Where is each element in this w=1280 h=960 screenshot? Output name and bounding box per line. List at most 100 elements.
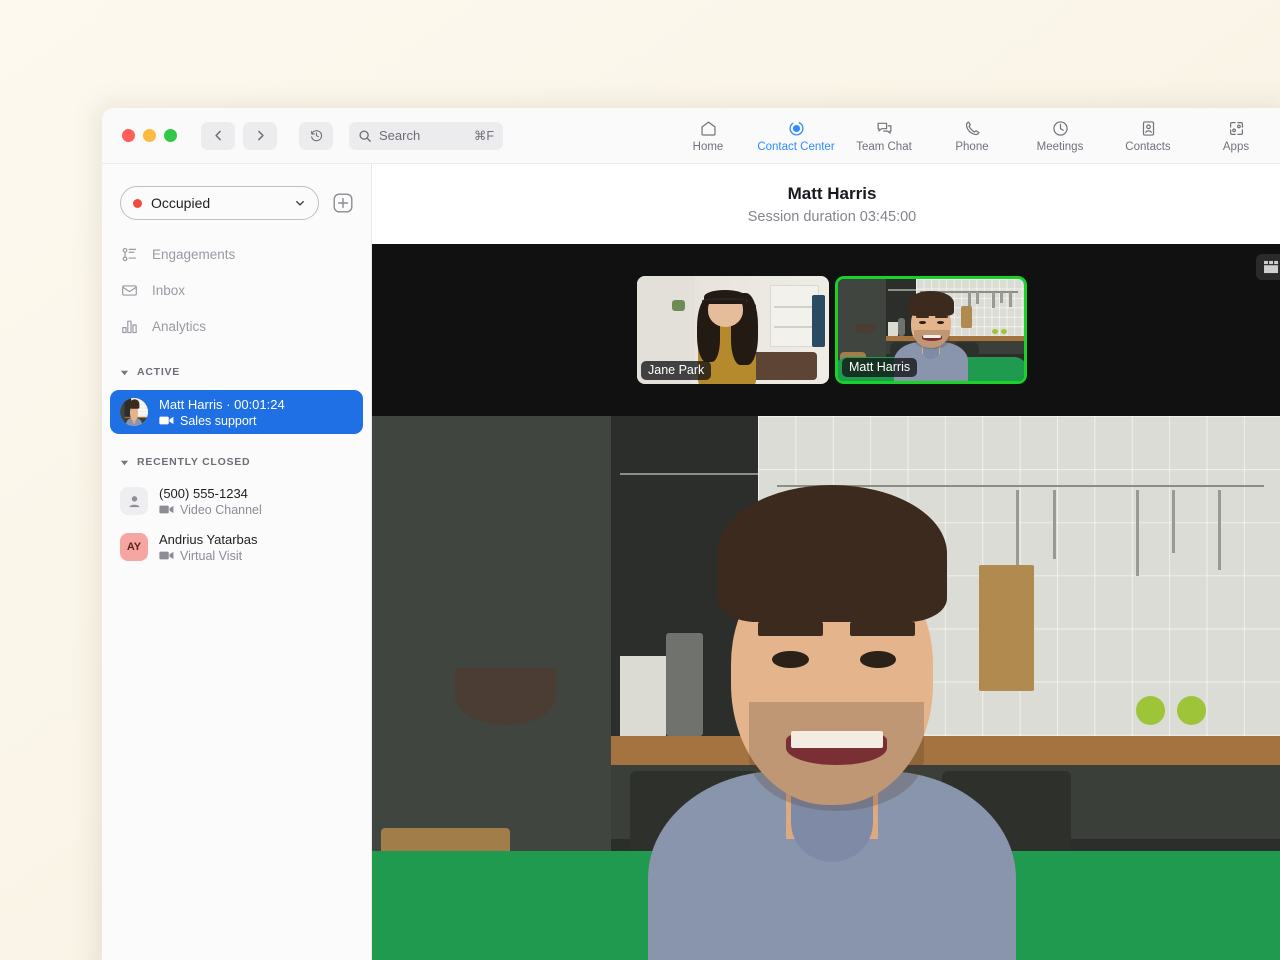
nav-label-phone: Phone (955, 141, 988, 154)
analytics-bars-icon (120, 317, 138, 335)
closed-item-subtitle: Video Channel (159, 503, 262, 517)
title-bar: Search ⌘F Home Contact Center (102, 108, 1280, 164)
list-item-body: Andrius Yatarbas Virtual Visit (159, 532, 258, 563)
back-button[interactable] (201, 122, 235, 150)
active-speaker-video[interactable]: Sophia Mosley (372, 416, 1280, 960)
app-window: Search ⌘F Home Contact Center (102, 108, 1280, 960)
search-input[interactable]: Search ⌘F (349, 122, 503, 150)
nav-item-contact-center[interactable]: Contact Center (752, 108, 840, 164)
nav-item-contacts[interactable]: Contacts (1104, 108, 1192, 164)
phone-icon (963, 119, 982, 138)
agent-status-select[interactable]: Occupied (120, 186, 319, 220)
participant-thumbnail-jane-park[interactable]: Jane Park (637, 276, 829, 384)
top-navigation: Home Contact Center Team Chat (664, 108, 1280, 164)
participant-name-label: Matt Harris (842, 358, 917, 377)
engagement-subtitle: Sales support (159, 414, 285, 428)
participant-filmstrip: Jane Park (372, 244, 1280, 416)
speaker-video-frame (372, 416, 1280, 960)
list-item-closed-andrius[interactable]: AY Andrius Yatarbas Virtual Visit (110, 526, 363, 568)
closed-item-name: Andrius Yatarbas (159, 532, 258, 547)
forward-button[interactable] (243, 122, 277, 150)
avatar-photo (120, 398, 148, 426)
nav-label-meetings: Meetings (1037, 141, 1084, 154)
nav-label-apps: Apps (1223, 141, 1249, 154)
sidebar-item-analytics[interactable]: Analytics (102, 308, 371, 344)
avatar (120, 487, 148, 515)
grid-view-icon (1263, 260, 1280, 274)
session-header: Matt Harris Session duration 03:45:00 (372, 164, 1280, 244)
session-duration: Session duration 03:45:00 (748, 209, 917, 225)
nav-buttons (201, 122, 333, 150)
search-shortcut: ⌘F (474, 128, 494, 143)
video-stage: Jane Park (372, 244, 1280, 960)
zoom-window-button[interactable] (164, 129, 177, 142)
main-content: Matt Harris Session duration 03:45:00 (372, 164, 1280, 960)
meetings-clock-icon (1051, 119, 1070, 138)
closed-item-queue: Virtual Visit (180, 549, 242, 563)
sidebar-label-analytics: Analytics (152, 319, 206, 334)
list-item-closed-phone[interactable]: (500) 555-1234 Video Channel (110, 480, 363, 522)
contacts-icon (1139, 119, 1158, 138)
engagement-body: Matt Harris · 00:01:24 Sales support (159, 397, 285, 428)
closed-item-name: (500) 555-1234 (159, 486, 262, 501)
sidebar-item-engagements[interactable]: Engagements (102, 236, 371, 272)
engagements-icon (120, 245, 138, 263)
nav-item-home[interactable]: Home (664, 108, 752, 164)
page-title: Matt Harris (788, 184, 877, 204)
video-camera-icon (159, 550, 174, 561)
contact-center-icon (787, 119, 806, 138)
status-row: Occupied (102, 164, 371, 220)
engagement-queue: Sales support (180, 414, 256, 428)
video-camera-icon (159, 415, 174, 426)
home-icon (699, 119, 718, 138)
closed-item-subtitle: Virtual Visit (159, 549, 258, 563)
participant-thumbnail-matt-harris[interactable]: Matt Harris (835, 276, 1027, 384)
status-dot-icon (133, 199, 142, 208)
chevron-down-icon (294, 197, 306, 209)
nav-item-phone[interactable]: Phone (928, 108, 1016, 164)
nav-label-team-chat: Team Chat (856, 141, 912, 154)
window-controls (122, 129, 177, 142)
gallery-view-toggle-button[interactable] (1256, 254, 1280, 280)
minimize-window-button[interactable] (143, 129, 156, 142)
avatar (120, 398, 148, 426)
section-label-active: ACTIVE (137, 366, 180, 378)
avatar: AY (120, 533, 148, 561)
sidebar: Occupied (102, 164, 372, 960)
engagement-item-matt-harris[interactable]: Matt Harris · 00:01:24 Sales support (110, 390, 363, 434)
history-clock-icon (309, 128, 324, 143)
section-header-recently-closed[interactable]: RECENTLY CLOSED (102, 448, 371, 476)
person-icon (127, 494, 142, 509)
apps-icon (1227, 119, 1246, 138)
sidebar-menu: Engagements Inbox (102, 236, 371, 344)
team-chat-icon (875, 119, 894, 138)
caret-down-icon (120, 368, 129, 377)
nav-label-contacts: Contacts (1125, 141, 1170, 154)
engagement-title: Matt Harris · 00:01:24 (159, 397, 285, 412)
nav-label-home: Home (693, 141, 724, 154)
video-camera-icon (159, 504, 174, 515)
close-window-button[interactable] (122, 129, 135, 142)
list-item-body: (500) 555-1234 Video Channel (159, 486, 262, 517)
search-icon (358, 129, 372, 143)
sidebar-label-engagements: Engagements (152, 247, 235, 262)
sidebar-item-inbox[interactable]: Inbox (102, 272, 371, 308)
nav-item-team-chat[interactable]: Team Chat (840, 108, 928, 164)
nav-label-contact-center: Contact Center (757, 141, 834, 154)
avatar-initials: AY (127, 541, 141, 553)
plus-square-icon (331, 191, 355, 215)
nav-item-apps[interactable]: Apps (1192, 108, 1280, 164)
closed-item-queue: Video Channel (180, 503, 262, 517)
section-header-active[interactable]: ACTIVE (102, 358, 371, 386)
history-button[interactable] (299, 122, 333, 150)
participant-name-label: Jane Park (641, 361, 711, 380)
search-placeholder: Search (379, 128, 467, 143)
caret-down-icon (120, 458, 129, 467)
chevron-left-icon (212, 129, 225, 142)
add-engagement-button[interactable] (331, 191, 355, 215)
inbox-envelope-icon (120, 281, 138, 299)
nav-item-meetings[interactable]: Meetings (1016, 108, 1104, 164)
agent-status-label: Occupied (151, 195, 285, 211)
section-label-recently-closed: RECENTLY CLOSED (137, 456, 250, 468)
chevron-right-icon (254, 129, 267, 142)
